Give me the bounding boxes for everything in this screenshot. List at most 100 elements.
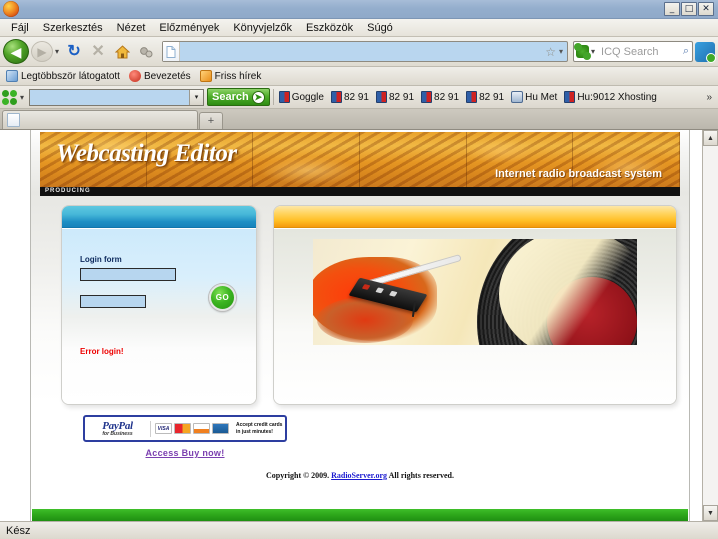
bookmark-label: Bevezetés bbox=[143, 70, 191, 82]
overflow-chevron-icon[interactable]: » bbox=[706, 92, 716, 103]
login-submit-button[interactable]: GO bbox=[209, 284, 236, 311]
menu-item-file[interactable]: Fájl bbox=[4, 21, 36, 35]
site-tagline: Internet radio broadcast system bbox=[495, 168, 662, 180]
status-text: Kész bbox=[6, 524, 31, 537]
menu-item-edit[interactable]: Szerkesztés bbox=[36, 21, 110, 35]
icq-bookmark-label: 82 91 bbox=[343, 91, 369, 103]
bookmark-getting-started[interactable]: Bevezetés bbox=[126, 69, 194, 83]
url-dropdown-icon[interactable]: ▾ bbox=[559, 47, 567, 56]
address-bar[interactable]: ☆ ▾ bbox=[162, 41, 568, 62]
scroll-down-button[interactable]: ▼ bbox=[703, 505, 718, 521]
search-icon[interactable]: ⌕ bbox=[683, 45, 692, 58]
footer-copyright: Copyright © 2009. RadioServer.org All ri… bbox=[31, 471, 689, 480]
menu-item-tools[interactable]: Eszközök bbox=[299, 21, 360, 35]
paypal-section: PayPal for Business VISA Accept credit c… bbox=[83, 415, 287, 458]
paypal-tagline-line1: Accept credit cards bbox=[236, 421, 283, 428]
login-form-label: Login form bbox=[80, 255, 122, 264]
minimize-button[interactable]: _ bbox=[664, 2, 680, 16]
icq-bookmark-label: Goggle bbox=[291, 91, 324, 103]
icq-clover-icon[interactable] bbox=[574, 43, 591, 60]
web-page: Webcasting Editor Internet radio broadca… bbox=[30, 130, 690, 521]
icq-search-input[interactable]: ▾ bbox=[29, 88, 205, 106]
bookmark-most-visited[interactable]: Legtöbbször látogatott bbox=[3, 69, 123, 83]
icq-bookmark-8291-2[interactable]: 82 91 bbox=[374, 91, 416, 103]
back-icon[interactable]: ◀ bbox=[3, 39, 29, 64]
new-tab-button[interactable]: + bbox=[199, 112, 223, 129]
menu-bar: Fájl Szerkesztés Nézet Előzmények Könyvj… bbox=[0, 19, 718, 37]
bookmark-star-icon[interactable]: ☆ bbox=[542, 45, 559, 59]
status-bar: Kész bbox=[0, 521, 718, 539]
media-panel bbox=[273, 205, 677, 405]
copyright-suffix: All rights reserved. bbox=[387, 471, 454, 480]
tab-active[interactable] bbox=[2, 110, 198, 129]
icq-menu-chevron-icon[interactable]: ▾ bbox=[20, 93, 26, 102]
paypal-logo-sub: for Business bbox=[102, 430, 133, 437]
site-link[interactable]: RadioServer.org bbox=[331, 471, 387, 480]
bookmarks-toolbar: Legtöbbször látogatott Bevezetés Friss h… bbox=[0, 67, 718, 86]
icq-bookmark-8291-1[interactable]: 82 91 bbox=[329, 91, 371, 103]
icq-clover-icon[interactable] bbox=[2, 89, 17, 105]
chevron-down-icon[interactable]: ▾ bbox=[55, 47, 61, 56]
folder-icon bbox=[6, 70, 18, 82]
media-panel-body bbox=[274, 229, 676, 404]
bookmark-icon bbox=[330, 91, 342, 103]
menu-item-help[interactable]: Súgó bbox=[360, 21, 400, 35]
login-panel-header bbox=[62, 206, 256, 228]
icq-bookmark-hu-met[interactable]: Hu Met bbox=[509, 91, 559, 103]
messenger-icon[interactable] bbox=[695, 41, 716, 63]
icq-search-dropdown-icon[interactable]: ▾ bbox=[189, 89, 204, 105]
paypal-logo-main: PayPal bbox=[102, 419, 133, 432]
paypal-tagline-line2: in just minutes! bbox=[236, 428, 273, 435]
login-panel: Login form Error login! GO bbox=[61, 205, 257, 405]
bookmark-icon bbox=[421, 91, 433, 103]
icq-bookmark-xhosting[interactable]: Hu:9012 Xhosting bbox=[562, 91, 659, 103]
icq-bookmark-8291-3[interactable]: 82 91 bbox=[419, 91, 461, 103]
site-title: Webcasting Editor bbox=[56, 140, 237, 167]
search-input[interactable]: ICQ Search bbox=[599, 46, 681, 58]
bookmark-latest-headlines[interactable]: Friss hírek bbox=[197, 69, 265, 83]
search-box[interactable]: ▾ ICQ Search ⌕ bbox=[573, 41, 693, 62]
icq-bookmark-goggle[interactable]: Goggle bbox=[277, 91, 326, 103]
site-banner: Webcasting Editor Internet radio broadca… bbox=[40, 132, 680, 187]
page-scrollbar[interactable]: ▲ ▼ bbox=[702, 130, 718, 521]
icq-search-button[interactable]: Search ➤ bbox=[207, 88, 270, 106]
bookmark-label: Legtöbbször látogatott bbox=[21, 70, 120, 82]
search-engine-chevron-icon[interactable]: ▾ bbox=[591, 47, 597, 56]
menu-item-bookmarks[interactable]: Könyvjelzők bbox=[226, 21, 299, 35]
banner-strip: PRODUCING bbox=[40, 187, 680, 196]
forward-icon: ▶ bbox=[31, 41, 53, 62]
banner-strip-label: PRODUCING bbox=[45, 188, 91, 194]
tab-favicon-icon bbox=[7, 113, 20, 127]
close-button[interactable]: ✕ bbox=[698, 2, 714, 16]
reload-icon[interactable]: ↻ bbox=[63, 41, 85, 63]
content-area: Webcasting Editor Internet radio broadca… bbox=[0, 130, 718, 521]
paypal-badge[interactable]: PayPal for Business VISA Accept credit c… bbox=[83, 415, 287, 442]
maximize-button[interactable]: □ bbox=[681, 2, 697, 16]
rss-icon bbox=[199, 70, 212, 82]
stop-icon: ✕ bbox=[91, 42, 105, 60]
media-panel-header bbox=[274, 206, 676, 228]
icq-bookmark-label: Hu Met bbox=[525, 91, 558, 103]
scrollbar-track[interactable] bbox=[703, 146, 718, 505]
arrow-right-icon: ➤ bbox=[251, 90, 265, 104]
home-icon[interactable] bbox=[111, 41, 133, 63]
bookmark-icon bbox=[278, 91, 290, 103]
icq-bookmark-label: 82 91 bbox=[389, 91, 415, 103]
bookmark-label: Friss hírek bbox=[214, 70, 262, 82]
menu-item-view[interactable]: Nézet bbox=[110, 21, 153, 35]
discover-icon bbox=[193, 423, 210, 434]
menu-item-history[interactable]: Előzmények bbox=[152, 21, 226, 35]
login-error-message: Error login! bbox=[80, 347, 124, 356]
scroll-up-button[interactable]: ▲ bbox=[703, 130, 718, 146]
feed-icon[interactable] bbox=[135, 41, 157, 63]
username-input[interactable] bbox=[80, 268, 176, 281]
icq-bookmark-8291-4[interactable]: 82 91 bbox=[464, 91, 506, 103]
mastercard-icon bbox=[174, 423, 191, 434]
paypal-logo: PayPal for Business bbox=[85, 419, 151, 437]
bookmark-icon bbox=[466, 91, 478, 103]
access-buy-now-link[interactable]: Access Buy now! bbox=[83, 448, 287, 458]
password-input[interactable] bbox=[80, 295, 146, 308]
title-bar: _ □ ✕ bbox=[0, 0, 718, 19]
icq-toolbar: ▾ ▾ Search ➤ Goggle 82 91 82 91 82 91 82 bbox=[0, 86, 718, 109]
amex-icon bbox=[212, 423, 229, 434]
